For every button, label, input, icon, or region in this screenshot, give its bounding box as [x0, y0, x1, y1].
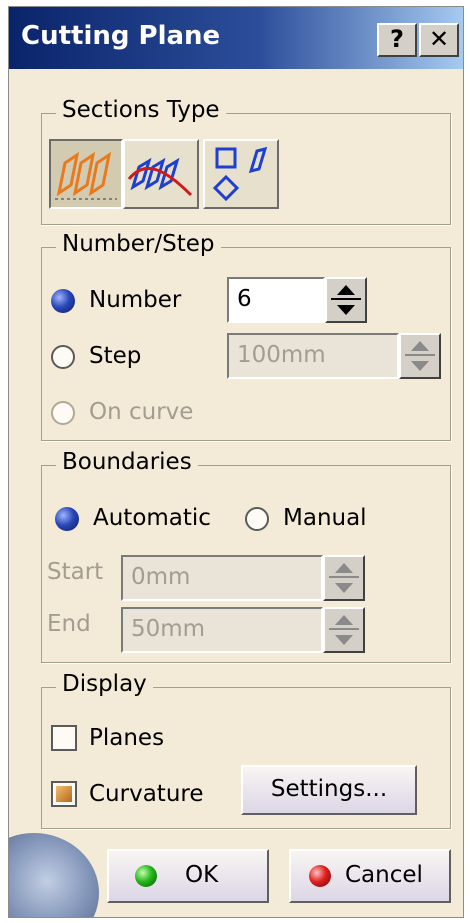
settings-button[interactable]: Settings...	[241, 765, 417, 815]
ok-icon	[135, 865, 157, 887]
end-label: End	[47, 611, 91, 637]
ok-label: OK	[185, 862, 219, 888]
cutting-plane-dialog: Cutting Plane ? ✕ Sections Type Number/S…	[8, 6, 464, 918]
spin-up-icon	[337, 285, 355, 295]
close-button[interactable]: ✕	[419, 23, 459, 57]
manual-radio[interactable]	[245, 507, 269, 531]
cancel-button[interactable]: Cancel	[289, 849, 451, 903]
step-radio[interactable]	[51, 345, 75, 369]
sections-type-title: Sections Type	[56, 97, 226, 123]
spin-divider	[405, 354, 435, 356]
curve-sections-icon	[127, 157, 193, 197]
shapes-icon	[212, 146, 268, 202]
start-input[interactable]: 0mm	[121, 555, 323, 601]
spin-up-icon	[411, 341, 429, 351]
spin-divider	[331, 298, 361, 300]
sections-type-curve-button[interactable]	[123, 139, 199, 209]
step-input[interactable]: 100mm	[227, 333, 399, 379]
number-label: Number	[89, 287, 182, 313]
number-input[interactable]: 6	[227, 277, 325, 323]
manual-label: Manual	[283, 505, 367, 531]
automatic-radio[interactable]	[55, 507, 79, 531]
spin-divider	[329, 628, 359, 630]
on-curve-label: On curve	[89, 399, 194, 425]
spin-up-icon	[335, 615, 353, 625]
sections-type-parallel-button[interactable]	[49, 139, 123, 209]
number-step-title: Number/Step	[56, 231, 221, 257]
decorative-globe-image	[9, 833, 99, 917]
spin-down-icon	[335, 583, 353, 593]
sections-type-shapes-button[interactable]	[203, 139, 279, 209]
number-radio[interactable]	[51, 289, 75, 313]
parallel-planes-icon	[55, 151, 117, 200]
start-label: Start	[47, 559, 104, 585]
display-title: Display	[56, 671, 153, 697]
spin-divider	[329, 576, 359, 578]
title-bar[interactable]: Cutting Plane ? ✕	[9, 7, 463, 69]
spin-down-icon	[335, 635, 353, 645]
automatic-label: Automatic	[93, 505, 211, 531]
planes-checkbox[interactable]	[51, 725, 77, 751]
spin-down-icon	[337, 305, 355, 315]
spin-down-icon	[411, 361, 429, 371]
boundaries-title: Boundaries	[56, 449, 198, 475]
help-button[interactable]: ?	[377, 23, 417, 57]
step-spinner[interactable]	[399, 333, 441, 379]
spin-up-icon	[335, 563, 353, 573]
dialog-title: Cutting Plane	[21, 21, 221, 51]
cancel-icon	[309, 865, 331, 887]
on-curve-radio[interactable]	[51, 401, 75, 425]
ok-button[interactable]: OK	[107, 849, 269, 903]
end-input[interactable]: 50mm	[121, 607, 323, 653]
step-label: Step	[89, 343, 142, 369]
start-spinner[interactable]	[323, 555, 365, 601]
number-spinner[interactable]	[325, 277, 367, 323]
curvature-label: Curvature	[89, 781, 204, 807]
planes-label: Planes	[89, 725, 165, 751]
cancel-label: Cancel	[345, 862, 423, 888]
curvature-checkbox[interactable]	[51, 781, 77, 807]
end-spinner[interactable]	[323, 607, 365, 653]
